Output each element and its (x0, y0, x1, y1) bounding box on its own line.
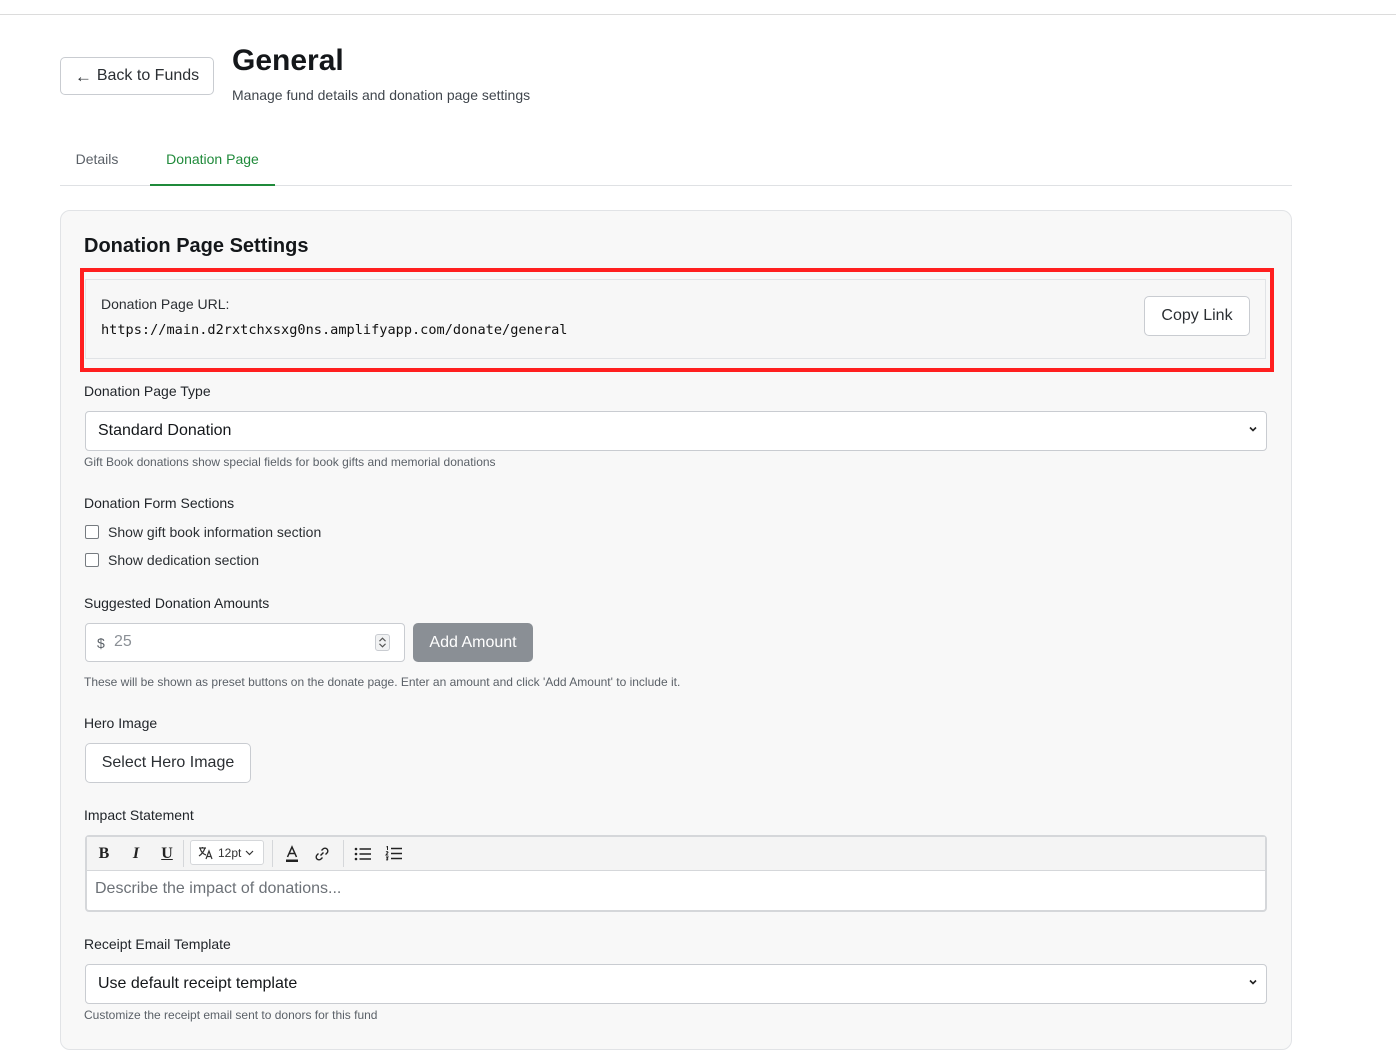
dedication-option[interactable]: Show dedication section (85, 552, 259, 568)
hero-image-label: Hero Image (84, 715, 158, 731)
tab-bar: Details Donation Page (60, 142, 1292, 186)
chevron-down-icon (1249, 426, 1257, 432)
currency-symbol: $ (97, 635, 105, 651)
translate-icon (198, 846, 213, 859)
stepper-arrows-icon (379, 637, 386, 648)
amount-placeholder: 25 (114, 633, 132, 650)
arrow-left-icon: ← (74, 66, 92, 86)
numbered-list-button[interactable] (384, 837, 404, 870)
underline-button[interactable]: U (158, 837, 176, 870)
amounts-label: Suggested Donation Amounts (84, 595, 270, 611)
card-title: Donation Page Settings (84, 235, 309, 257)
gift-book-option[interactable]: Show gift book information section (85, 524, 321, 540)
page-type-help: Gift Book donations show special fields … (84, 455, 496, 469)
page-type-value: Standard Donation (98, 422, 232, 439)
back-to-funds-button[interactable]: ← Back to Funds (60, 57, 214, 95)
form-sections-label: Donation Form Sections (84, 495, 235, 511)
numbered-list-icon (385, 846, 402, 861)
amounts-help: These will be shown as preset buttons on… (84, 675, 681, 689)
toolbar-divider (272, 840, 273, 867)
page-type-select[interactable]: Standard Donation (85, 411, 1267, 451)
dedication-label: Show dedication section (108, 552, 259, 568)
gift-book-checkbox[interactable] (85, 525, 99, 539)
font-size-dropdown[interactable]: 12pt (190, 840, 264, 865)
link-icon (315, 846, 329, 861)
donation-url: https://main.d2rxtchxsxg0ns.amplifyapp.c… (101, 322, 568, 338)
receipt-template-select[interactable]: Use default receipt template (85, 964, 1267, 1004)
url-label: Donation Page URL: (101, 296, 230, 312)
toolbar-divider (183, 840, 184, 867)
back-button-label: Back to Funds (96, 67, 200, 84)
italic-button[interactable]: I (127, 837, 145, 870)
page-title: General (232, 44, 344, 77)
link-button[interactable] (312, 837, 332, 870)
receipt-template-label: Receipt Email Template (84, 936, 231, 952)
chevron-down-icon (1249, 979, 1257, 985)
gift-book-label: Show gift book information section (108, 524, 322, 540)
bold-button[interactable]: B (95, 837, 113, 870)
page-subtitle: Manage fund details and donation page se… (232, 87, 531, 103)
tab-donation-page[interactable]: Donation Page (150, 142, 275, 186)
font-size-value: 12pt (218, 845, 242, 860)
copy-link-button[interactable]: Copy Link (1144, 296, 1250, 336)
receipt-template-value: Use default receipt template (98, 975, 298, 992)
text-color-icon (286, 844, 298, 862)
dedication-checkbox[interactable] (85, 553, 99, 567)
top-divider (0, 14, 1396, 15)
select-hero-image-button[interactable]: Select Hero Image (85, 743, 251, 783)
chevron-down-icon (245, 850, 254, 855)
bullet-list-button[interactable] (353, 837, 373, 870)
receipt-template-help: Customize the receipt email sent to dono… (84, 1008, 378, 1022)
bullet-list-icon (354, 847, 371, 860)
add-amount-button[interactable]: Add Amount (413, 623, 533, 662)
toolbar-divider (343, 840, 344, 867)
page-type-label: Donation Page Type (84, 383, 211, 399)
impact-statement-editor[interactable]: B I U 12pt Describe the impact of donati… (85, 835, 1267, 912)
amount-input[interactable]: $ 25 (85, 623, 405, 662)
impact-placeholder: Describe the impact of donations... (95, 880, 342, 897)
text-color-button[interactable] (282, 837, 302, 870)
impact-statement-label: Impact Statement (84, 807, 194, 823)
tab-details[interactable]: Details (60, 142, 134, 185)
editor-toolbar: B I U 12pt (87, 837, 1265, 871)
highlight-box (80, 268, 1274, 372)
number-stepper[interactable] (375, 634, 390, 651)
